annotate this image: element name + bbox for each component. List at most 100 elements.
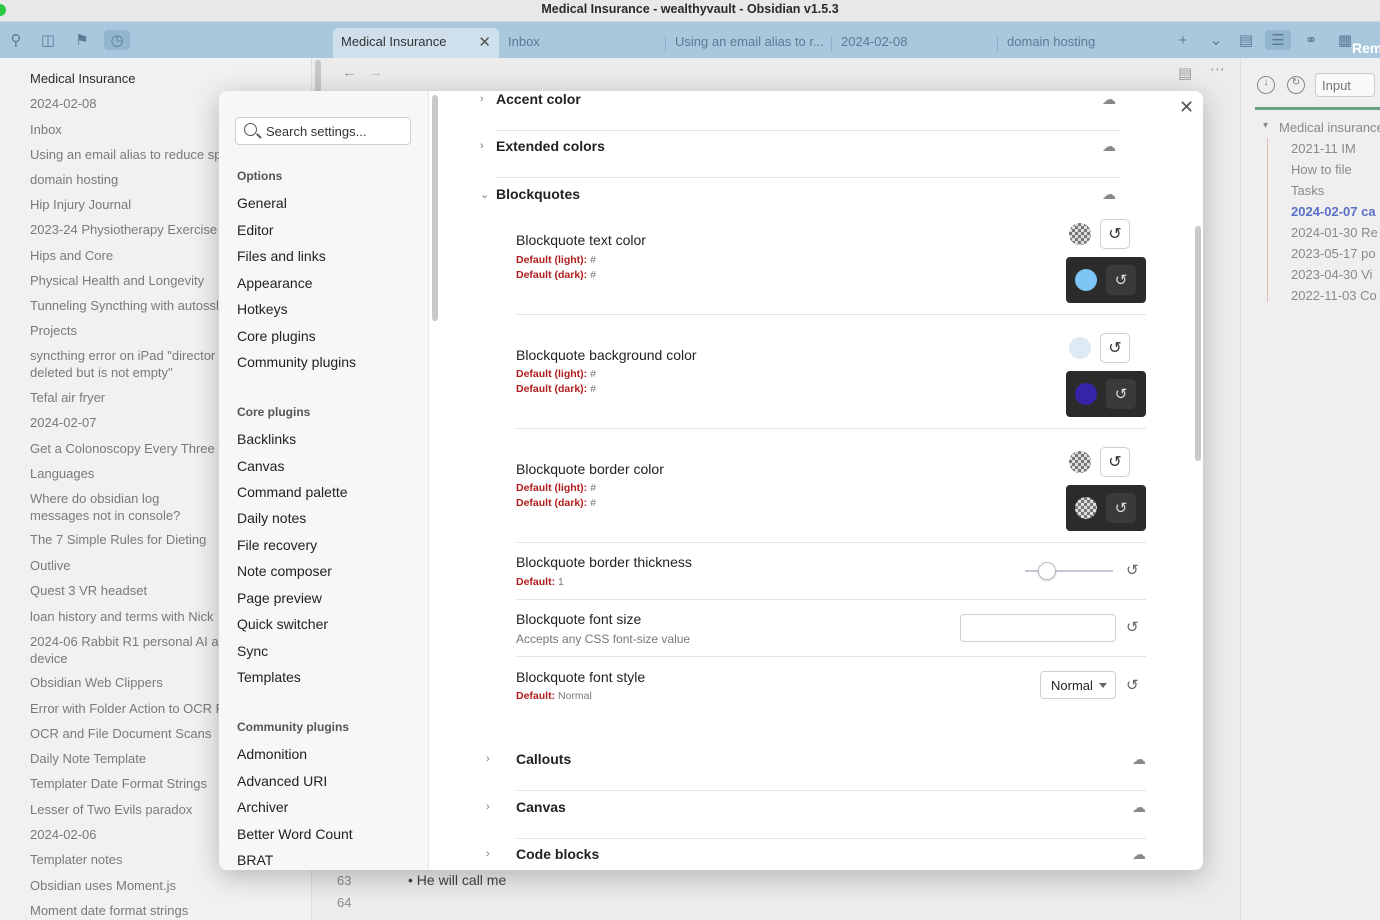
tab-medical-insurance[interactable]: Medical Insurance ✕ — [333, 28, 499, 58]
nav-item-community-plugins[interactable]: Community plugins — [237, 354, 356, 370]
file-item[interactable]: 2024-06 Rabbit R1 personal AI a device — [30, 633, 220, 667]
close-tab-icon[interactable]: ✕ — [478, 33, 491, 51]
divider — [496, 177, 1120, 178]
nav-item-page-preview[interactable]: Page preview — [237, 590, 322, 606]
outline-item-active[interactable]: 2024-02-07 ca — [1291, 204, 1376, 219]
nav-item-backlinks[interactable]: Backlinks — [237, 431, 296, 447]
nav-item-brat[interactable]: BRAT — [237, 852, 273, 868]
more-options-icon[interactable]: ⋯ — [1210, 60, 1225, 78]
reset-icon[interactable]: ↺ — [1100, 219, 1130, 249]
outline-item[interactable]: How to file — [1291, 162, 1352, 177]
outline-icon[interactable]: ☰ — [1265, 30, 1291, 50]
reset-icon[interactable]: ↺ — [1126, 618, 1139, 636]
refresh-icon[interactable]: ↻ — [1287, 76, 1305, 94]
outline-item[interactable]: Tasks — [1291, 183, 1324, 198]
cloud-icon[interactable]: ☁ — [1102, 91, 1116, 108]
settings-search[interactable] — [235, 117, 411, 145]
cloud-icon[interactable]: ☁ — [1102, 138, 1116, 155]
file-item[interactable]: Medical Insurance — [30, 70, 300, 87]
tab-2024-02-08[interactable]: 2024-02-08 — [833, 28, 993, 58]
file-item[interactable]: Where do obsidian log messages not in co… — [30, 490, 220, 524]
close-icon[interactable]: ✕ — [1179, 97, 1194, 118]
nav-item-templates[interactable]: Templates — [237, 669, 301, 685]
outline-item[interactable]: 2023-05-17 po — [1291, 246, 1376, 261]
reset-icon[interactable]: ↺ — [1106, 379, 1136, 409]
nav-item-canvas[interactable]: Canvas — [237, 458, 284, 474]
folder-icon[interactable]: ◫ — [38, 30, 58, 50]
color-swatch-light[interactable] — [1069, 337, 1091, 359]
nav-item-admonition[interactable]: Admonition — [237, 746, 307, 762]
section-extended-colors[interactable]: › Extended colors ☁ — [480, 138, 1120, 178]
reset-icon[interactable]: ↺ — [1106, 265, 1136, 295]
nav-item-hotkeys[interactable]: Hotkeys — [237, 301, 288, 317]
nav-item-general[interactable]: General — [237, 195, 287, 211]
font-size-input[interactable] — [960, 614, 1116, 642]
download-icon[interactable]: ↓ — [1257, 76, 1275, 94]
section-callouts[interactable]: › Callouts ☁ — [486, 751, 1146, 791]
thickness-slider-handle[interactable] — [1038, 562, 1056, 580]
file-item[interactable]: syncthing error on iPad "director delete… — [30, 347, 220, 381]
cloud-icon[interactable]: ☁ — [1132, 799, 1146, 816]
outline-item[interactable]: 2023-04-30 Vi — [1291, 267, 1372, 282]
recent-files-icon[interactable]: ◷ — [104, 30, 130, 50]
cloud-icon[interactable]: ☁ — [1132, 751, 1146, 768]
nav-item-quick-switcher[interactable]: Quick switcher — [237, 616, 328, 632]
color-swatch-dark[interactable] — [1075, 269, 1097, 291]
nav-item-appearance[interactable]: Appearance — [237, 275, 313, 291]
default-light: Default (light): # — [516, 368, 596, 380]
nav-item-sync[interactable]: Sync — [237, 643, 268, 659]
outline-guide — [1267, 138, 1268, 302]
tab-list-chevron-icon[interactable]: ⌄ — [1206, 30, 1226, 50]
outline-item[interactable]: 2024-01-30 Re — [1291, 225, 1378, 240]
color-swatch-dark[interactable] — [1075, 383, 1097, 405]
content-scrollbar[interactable] — [1195, 226, 1201, 461]
reset-icon[interactable]: ↺ — [1106, 493, 1136, 523]
color-swatch-dark[interactable] — [1075, 497, 1097, 519]
nav-item-command-palette[interactable]: Command palette — [237, 484, 348, 500]
collapse-chevron-icon[interactable]: ▾ — [1263, 120, 1268, 131]
bookmark-icon[interactable]: ⚑ — [72, 30, 92, 50]
reset-icon[interactable]: ↺ — [1100, 447, 1130, 477]
chevron-right-icon: › — [480, 140, 484, 152]
archive-icon[interactable]: ▤ — [1236, 30, 1256, 50]
nav-item-daily-notes[interactable]: Daily notes — [237, 510, 306, 526]
reading-view-icon[interactable]: ▤ — [1178, 64, 1192, 82]
color-swatch-light[interactable] — [1069, 223, 1091, 245]
tab-inbox[interactable]: Inbox — [500, 28, 660, 58]
backlinks-icon[interactable]: ⚭ — [1301, 30, 1321, 50]
file-item[interactable]: Moment date format strings — [30, 902, 300, 919]
outline-item[interactable]: 2021-11 IM — [1291, 141, 1356, 156]
cloud-icon[interactable]: ☁ — [1102, 186, 1116, 203]
section-accent-color[interactable]: › Accent color ☁ — [480, 91, 1120, 131]
reset-icon[interactable]: ↺ — [1126, 676, 1139, 694]
nav-item-archiver[interactable]: Archiver — [237, 799, 288, 815]
nav-item-file-recovery[interactable]: File recovery — [237, 537, 317, 553]
section-canvas[interactable]: › Canvas ☁ — [486, 799, 1146, 839]
nav-item-advanced-uri[interactable]: Advanced URI — [237, 773, 327, 789]
tab-domain-hosting[interactable]: domain hosting — [999, 28, 1159, 58]
cloud-icon[interactable]: ☁ — [1132, 846, 1146, 863]
new-tab-icon[interactable]: + — [1173, 30, 1193, 50]
reset-icon[interactable]: ↺ — [1100, 333, 1130, 363]
tab-email-alias[interactable]: Using an email alias to r... — [667, 28, 827, 58]
forward-arrow-icon[interactable]: → — [368, 64, 383, 81]
filter-input[interactable] — [1315, 73, 1375, 97]
font-style-select[interactable]: Normal — [1040, 671, 1116, 699]
settings-search-input[interactable] — [266, 122, 406, 140]
nav-item-better-word-count[interactable]: Better Word Count — [237, 826, 353, 842]
nav-item-note-composer[interactable]: Note composer — [237, 563, 332, 579]
nav-item-files-and-links[interactable]: Files and links — [237, 248, 326, 264]
color-swatch-light[interactable] — [1069, 451, 1091, 473]
reset-icon[interactable]: ↺ — [1126, 561, 1139, 579]
outline-item[interactable]: 2022-11-03 Co — [1291, 288, 1377, 303]
section-blockquotes[interactable]: ⌄ Blockquotes ☁ — [480, 186, 1120, 216]
reminder-tab-label[interactable]: Rem — [1352, 40, 1380, 56]
section-code-blocks[interactable]: › Code blocks ☁ — [486, 846, 1146, 870]
outline-heading[interactable]: Medical insurance — [1279, 120, 1380, 135]
file-item[interactable]: Obsidian uses Moment.js — [30, 877, 300, 894]
bullet-item[interactable]: • He will call me — [408, 872, 506, 888]
nav-item-editor[interactable]: Editor — [237, 222, 274, 238]
search-icon[interactable]: ⚲ — [6, 30, 26, 50]
nav-item-core-plugins[interactable]: Core plugins — [237, 328, 316, 344]
back-arrow-icon[interactable]: ← — [342, 64, 357, 81]
